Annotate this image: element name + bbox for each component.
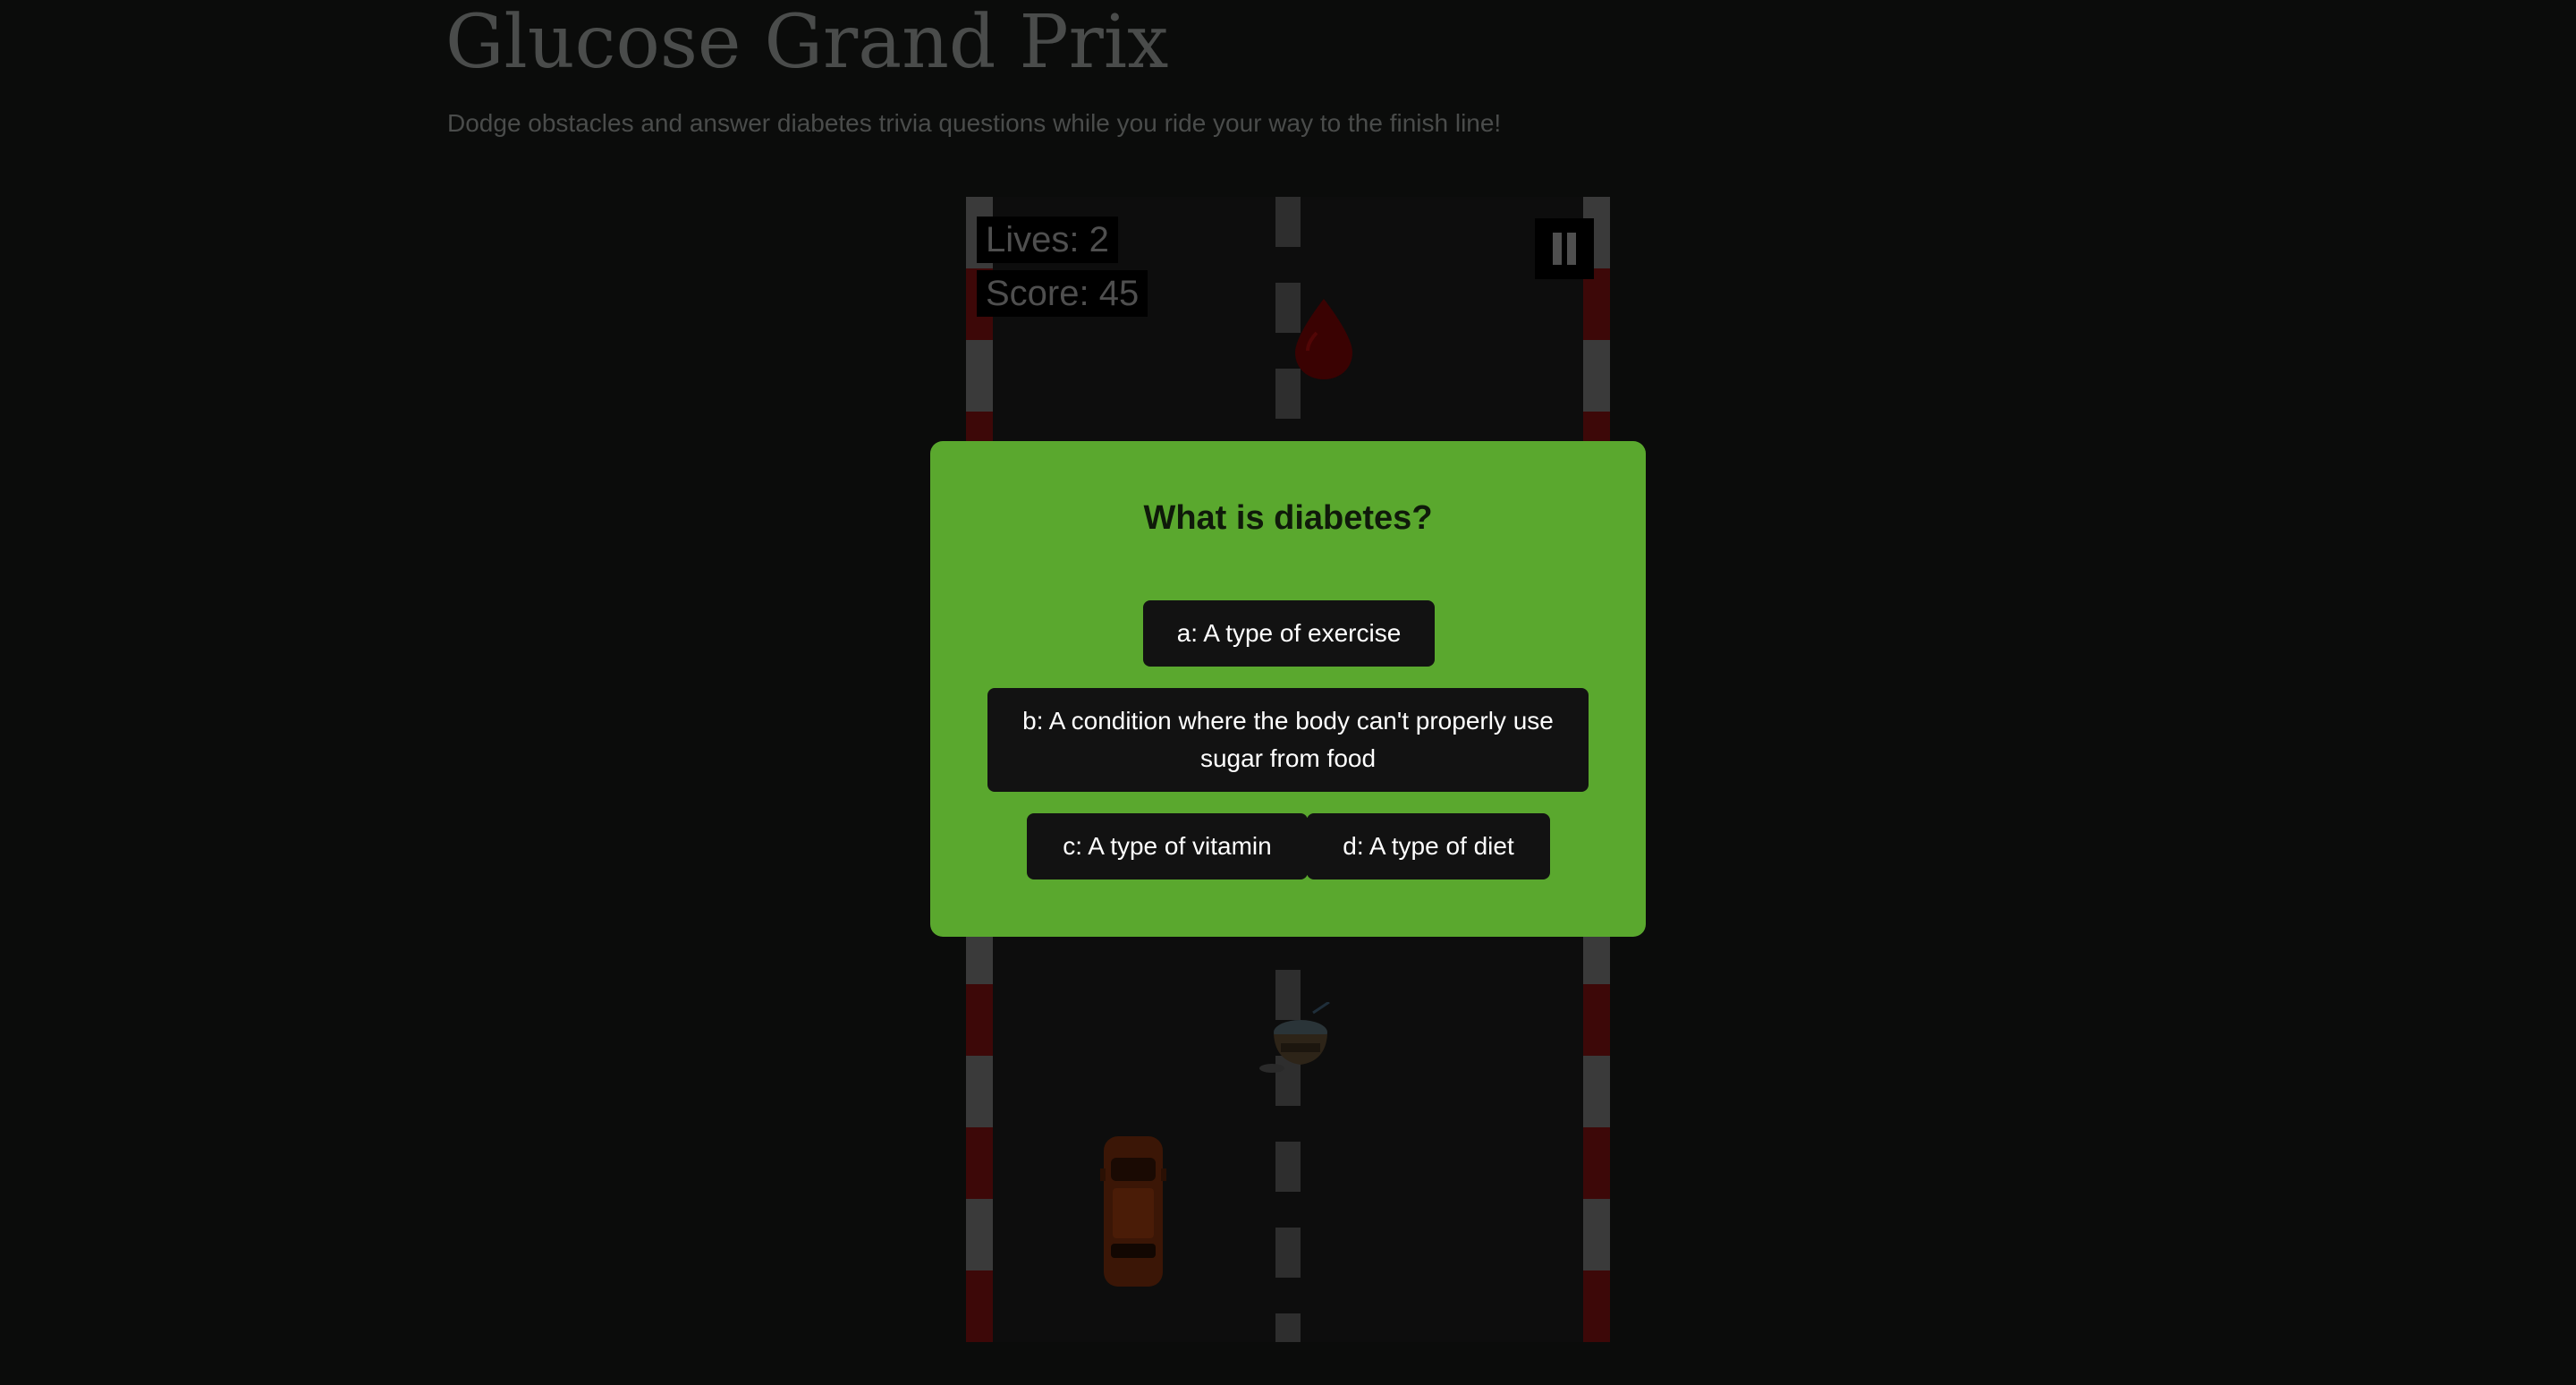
answer-c-button[interactable]: c: A type of vitamin xyxy=(1027,813,1308,879)
answer-a-button[interactable]: a: A type of exercise xyxy=(1143,600,1435,667)
answer-b-button[interactable]: b: A condition where the body can't prop… xyxy=(987,688,1589,792)
trivia-question: What is diabetes? xyxy=(1143,499,1433,537)
trivia-modal: What is diabetes? a: A type of exercise … xyxy=(930,441,1646,937)
answer-d-button[interactable]: d: A type of diet xyxy=(1307,813,1550,879)
